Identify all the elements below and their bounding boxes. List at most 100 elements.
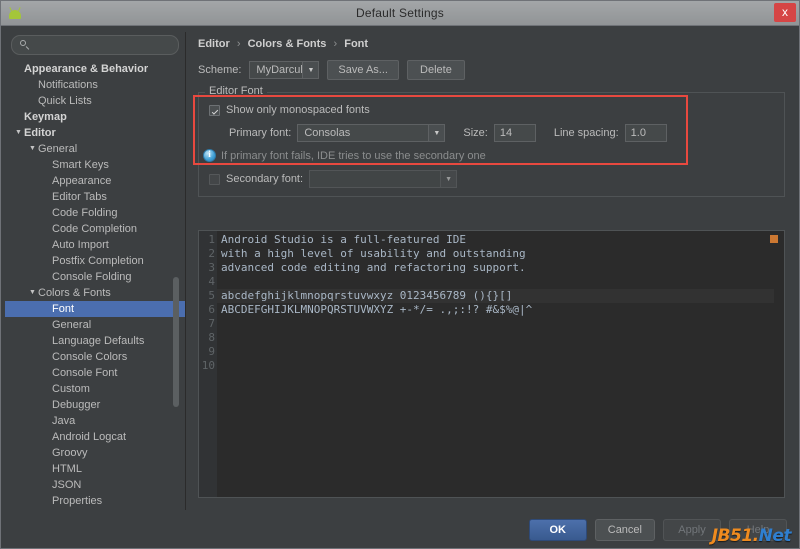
info-icon xyxy=(203,149,216,162)
search-icon xyxy=(20,40,30,50)
preview-line-number: 3 xyxy=(199,261,217,275)
android-icon xyxy=(7,5,23,21)
size-label: Size: xyxy=(463,127,487,139)
sidebar-item-label: Custom xyxy=(52,381,90,397)
search-input[interactable] xyxy=(35,39,170,51)
chevron-down-icon[interactable]: ▼ xyxy=(27,285,38,301)
breadcrumb-part-0[interactable]: Editor xyxy=(198,38,230,50)
show-monospaced-checkbox[interactable] xyxy=(209,105,220,116)
preview-line-text xyxy=(217,331,221,345)
preview-marker-icon[interactable] xyxy=(770,235,778,243)
secondary-font-hint: If primary font fails, IDE tries to use … xyxy=(221,150,486,162)
sidebar-scrollbar-track[interactable] xyxy=(176,87,182,506)
sidebar-item-label: Colors & Fonts xyxy=(38,285,111,301)
sidebar-item-label: Quick Lists xyxy=(38,93,92,109)
chevron-down-icon[interactable]: ▼ xyxy=(27,141,38,157)
watermark-part-1: JB51. xyxy=(712,526,759,546)
secondary-font-dropdown[interactable]: ▼ xyxy=(309,170,457,188)
sidebar-item-code-completion[interactable]: Code Completion xyxy=(5,221,185,237)
sidebar-item-label: Keymap xyxy=(24,109,67,125)
breadcrumb: Editor › Colors & Fonts › Font xyxy=(198,38,785,50)
preview-line: 1Android Studio is a full-featured IDE xyxy=(199,233,784,247)
search-box[interactable] xyxy=(11,35,179,55)
preview-line-number: 4 xyxy=(199,275,217,289)
sidebar-item-label: JSON xyxy=(52,477,81,493)
chevron-down-icon[interactable]: ▼ xyxy=(13,125,24,141)
sidebar-item-console-colors[interactable]: Console Colors xyxy=(5,349,185,365)
settings-dialog: Default Settings x Appearance & Behavior… xyxy=(0,0,800,549)
cancel-button[interactable]: Cancel xyxy=(595,519,655,541)
sidebar-item-smart-keys[interactable]: Smart Keys xyxy=(5,157,185,173)
font-preview[interactable]: 1Android Studio is a full-featured IDE2w… xyxy=(198,230,785,498)
preview-line-number: 2 xyxy=(199,247,217,261)
sidebar-item-keymap[interactable]: Keymap xyxy=(5,109,185,125)
settings-tree[interactable]: Appearance & BehaviorNotificationsQuick … xyxy=(5,61,185,512)
sidebar-item-font[interactable]: Font xyxy=(5,301,185,317)
preview-line-text: Android Studio is a full-featured IDE xyxy=(217,233,466,247)
sidebar-item-android-logcat[interactable]: Android Logcat xyxy=(5,429,185,445)
sidebar-item-code-folding[interactable]: Code Folding xyxy=(5,205,185,221)
preview-line-number: 1 xyxy=(199,233,217,247)
preview-line: 3advanced code editing and refactoring s… xyxy=(199,261,784,275)
sidebar-item-properties[interactable]: Properties xyxy=(5,493,185,509)
sidebar-item-editor-tabs[interactable]: Editor Tabs xyxy=(5,189,185,205)
primary-font-label: Primary font: xyxy=(229,127,291,139)
size-input[interactable]: 14 xyxy=(494,124,536,142)
sidebar-item-quick-lists[interactable]: Quick Lists xyxy=(5,93,185,109)
sidebar-item-appearance[interactable]: Appearance xyxy=(5,173,185,189)
save-as-button[interactable]: Save As... xyxy=(327,60,399,80)
sidebar-item-label: Code Completion xyxy=(52,221,137,237)
sidebar-item-json[interactable]: JSON xyxy=(5,477,185,493)
sidebar-item-general[interactable]: General xyxy=(5,317,185,333)
sidebar-item-custom[interactable]: Custom xyxy=(5,381,185,397)
sidebar-item-html[interactable]: HTML xyxy=(5,461,185,477)
sidebar-scrollbar-thumb[interactable] xyxy=(173,277,179,407)
sidebar-item-java[interactable]: Java xyxy=(5,413,185,429)
watermark: JB51.Net xyxy=(712,526,791,546)
close-icon[interactable]: x xyxy=(774,3,796,22)
scheme-dropdown[interactable]: MyDarcula ▼ xyxy=(249,61,319,79)
primary-font-dropdown[interactable]: Consolas ▼ xyxy=(297,124,445,142)
sidebar-item-language-defaults[interactable]: Language Defaults xyxy=(5,333,185,349)
sidebar-item-console-folding[interactable]: Console Folding xyxy=(5,269,185,285)
dialog-footer: OK Cancel Apply Help JB51.Net xyxy=(1,512,799,548)
ok-button[interactable]: OK xyxy=(529,519,587,541)
sidebar-item-label: Editor xyxy=(24,125,56,141)
sidebar-item-notifications[interactable]: Notifications xyxy=(5,77,185,93)
breadcrumb-part-1[interactable]: Colors & Fonts xyxy=(248,38,327,50)
line-spacing-input[interactable]: 1.0 xyxy=(625,124,667,142)
preview-line-text xyxy=(217,345,221,359)
sidebar-item-label: General xyxy=(52,317,91,333)
sidebar-item-editor[interactable]: ▼Editor xyxy=(5,125,185,141)
sidebar-item-groovy[interactable]: Groovy xyxy=(5,445,185,461)
sidebar-item-label: Smart Keys xyxy=(52,157,109,173)
settings-sidebar: Appearance & BehaviorNotificationsQuick … xyxy=(5,30,185,512)
secondary-font-row: Secondary font: ▼ xyxy=(199,162,784,188)
sidebar-item-label: Appearance & Behavior xyxy=(24,61,148,77)
delete-button[interactable]: Delete xyxy=(407,60,465,80)
sidebar-item-appearance-behavior[interactable]: Appearance & Behavior xyxy=(5,61,185,77)
watermark-part-2: Net xyxy=(759,526,791,546)
sidebar-item-console-font[interactable]: Console Font xyxy=(5,365,185,381)
sidebar-item-label: Appearance xyxy=(52,173,111,189)
window-title: Default Settings xyxy=(1,6,799,20)
sidebar-item-auto-import[interactable]: Auto Import xyxy=(5,237,185,253)
sidebar-item-general[interactable]: ▼General xyxy=(5,141,185,157)
sidebar-item-debugger[interactable]: Debugger xyxy=(5,397,185,413)
sidebar-item-label: Console Font xyxy=(52,365,117,381)
preview-line-text xyxy=(217,359,221,373)
preview-line: 4 xyxy=(199,275,784,289)
secondary-font-hint-row: If primary font fails, IDE tries to use … xyxy=(199,149,784,162)
line-spacing-label: Line spacing: xyxy=(554,127,619,139)
preview-line-number: 7 xyxy=(199,317,217,331)
sidebar-item-colors-fonts[interactable]: ▼Colors & Fonts xyxy=(5,285,185,301)
sidebar-item-label: Notifications xyxy=(38,77,98,93)
sidebar-item-postfix-completion[interactable]: Postfix Completion xyxy=(5,253,185,269)
breadcrumb-separator: › xyxy=(333,38,337,50)
sidebar-item-label: Properties xyxy=(52,493,102,509)
secondary-font-checkbox[interactable] xyxy=(209,174,220,185)
show-monospaced-label: Show only monospaced fonts xyxy=(226,104,370,116)
editor-font-group-title: Editor Font xyxy=(205,85,267,97)
preview-line-number: 8 xyxy=(199,331,217,345)
preview-line: 6ABCDEFGHIJKLMNOPQRSTUVWXYZ +-*/= .,;:!?… xyxy=(199,303,784,317)
